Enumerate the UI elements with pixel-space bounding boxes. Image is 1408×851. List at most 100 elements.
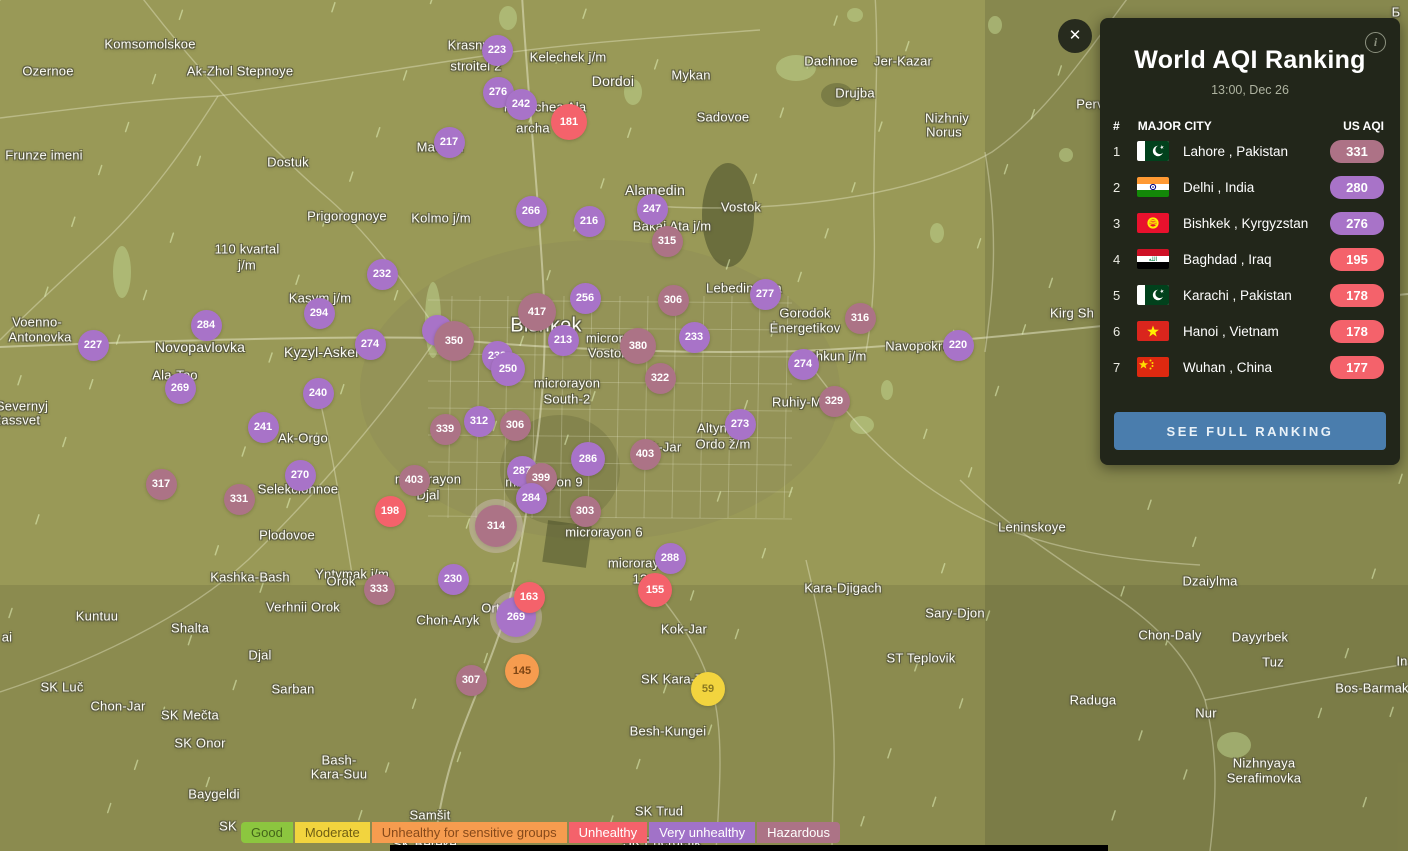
aqi-marker[interactable]: 232 [367, 259, 398, 290]
rank-number: 3 [1113, 216, 1133, 231]
rank-number: 4 [1113, 252, 1133, 267]
aqi-marker[interactable]: 274 [788, 349, 819, 380]
city-name: Baghdad , Iraq [1183, 252, 1330, 267]
aqi-marker[interactable]: 163 [514, 582, 545, 613]
aqi-marker[interactable]: 256 [570, 283, 601, 314]
aqi-marker[interactable]: 312 [464, 406, 495, 437]
rank-number: 7 [1113, 360, 1133, 375]
aqi-marker[interactable]: 230 [438, 564, 469, 595]
aqi-marker[interactable]: 417 [518, 293, 556, 331]
city-name: Wuhan , China [1183, 360, 1330, 375]
ranking-row[interactable]: 4 الله Baghdad , Iraq195 [1100, 241, 1400, 277]
vietnam-flag-icon [1137, 321, 1169, 341]
panel-timestamp: 13:00, Dec 26 [1100, 83, 1400, 97]
ranking-row[interactable]: 3Bishkek , Kyrgyzstan276 [1100, 205, 1400, 241]
aqi-marker[interactable]: 286 [571, 442, 605, 476]
aqi-marker[interactable]: 403 [399, 465, 430, 496]
china-flag-icon [1137, 357, 1169, 377]
aqi-marker[interactable]: 145 [505, 654, 539, 688]
pakistan-flag-icon [1137, 285, 1169, 305]
city-name: Hanoi , Vietnam [1183, 324, 1330, 339]
aqi-marker[interactable]: 198 [375, 496, 406, 527]
aqi-marker[interactable]: 213 [548, 325, 579, 356]
svg-text:الله: الله [1149, 256, 1158, 263]
aqi-marker[interactable]: 250 [491, 352, 525, 386]
aqi-badge: 331 [1330, 140, 1384, 163]
aqi-marker[interactable]: 284 [191, 310, 222, 341]
ranking-row[interactable]: 7 Wuhan , China177 [1100, 349, 1400, 385]
aqi-marker[interactable]: 333 [364, 574, 395, 605]
legend-item: Good [241, 822, 293, 843]
rank-number: 1 [1113, 144, 1133, 159]
ranking-row[interactable]: 1 Lahore , Pakistan331 [1100, 133, 1400, 169]
aqi-legend: GoodModerateUnhealthy for sensitive grou… [241, 822, 840, 843]
aqi-marker[interactable]: 339 [430, 414, 461, 445]
column-aqi: US AQI [1343, 119, 1384, 133]
aqi-marker[interactable]: 155 [638, 573, 672, 607]
column-rank: # [1113, 119, 1120, 133]
aqi-marker[interactable]: 403 [630, 439, 661, 470]
aqi-marker[interactable]: 314 [475, 505, 517, 547]
ranking-row[interactable]: 5 Karachi , Pakistan178 [1100, 277, 1400, 313]
ranking-row[interactable]: 6Hanoi , Vietnam178 [1100, 313, 1400, 349]
kyrgyzstan-flag-icon [1137, 213, 1169, 233]
aqi-marker[interactable]: 288 [655, 543, 686, 574]
city-name: Karachi , Pakistan [1183, 288, 1330, 303]
aqi-badge: 178 [1330, 320, 1384, 343]
ranking-table-header: # MAJOR CITY US AQI [1100, 119, 1400, 133]
legend-item: Unhealthy [569, 822, 648, 843]
aqi-map-app: KomsomolskoeOzernoeAk-Zhol StepnoyeFrunz… [0, 0, 1408, 851]
aqi-marker[interactable]: 277 [750, 279, 781, 310]
aqi-badge: 280 [1330, 176, 1384, 199]
aqi-marker[interactable]: 306 [658, 285, 689, 316]
world-aqi-ranking-panel: i World AQI Ranking 13:00, Dec 26 # MAJO… [1100, 18, 1400, 465]
aqi-marker[interactable]: 240 [303, 378, 334, 409]
aqi-marker[interactable]: 331 [224, 484, 255, 515]
aqi-marker[interactable]: 220 [943, 330, 974, 361]
city-name: Bishkek , Kyrgyzstan [1183, 216, 1330, 231]
aqi-marker[interactable]: 241 [248, 412, 279, 443]
column-city: MAJOR CITY [1138, 119, 1343, 133]
aqi-marker[interactable]: 223 [482, 35, 513, 66]
aqi-marker[interactable]: 274 [355, 329, 386, 360]
aqi-marker[interactable]: 266 [516, 196, 547, 227]
aqi-marker[interactable]: 181 [551, 104, 587, 140]
iraq-flag-icon: الله [1137, 249, 1169, 269]
aqi-marker[interactable]: 233 [679, 322, 710, 353]
rank-number: 5 [1113, 288, 1133, 303]
info-icon[interactable]: i [1365, 32, 1386, 53]
aqi-marker[interactable]: 380 [620, 328, 656, 364]
close-icon[interactable]: ✕ [1058, 19, 1092, 53]
ranking-row[interactable]: 2Delhi , India280 [1100, 169, 1400, 205]
aqi-marker[interactable]: 216 [574, 206, 605, 237]
attribution-bar [390, 845, 1108, 851]
see-full-ranking-button[interactable]: SEE FULL RANKING [1114, 412, 1386, 450]
aqi-badge: 195 [1330, 248, 1384, 271]
aqi-badge: 177 [1330, 356, 1384, 379]
aqi-marker[interactable]: 242 [506, 89, 537, 120]
city-name: Delhi , India [1183, 180, 1330, 195]
aqi-marker[interactable]: 329 [819, 386, 850, 417]
aqi-marker[interactable]: 317 [146, 469, 177, 500]
panel-title: World AQI Ranking [1100, 18, 1400, 75]
aqi-marker[interactable]: 217 [434, 127, 465, 158]
aqi-marker[interactable]: 307 [456, 665, 487, 696]
aqi-marker[interactable]: 350 [434, 321, 474, 361]
aqi-marker[interactable]: 306 [500, 410, 531, 441]
aqi-marker[interactable]: 322 [645, 363, 676, 394]
aqi-marker[interactable]: 59 [691, 672, 725, 706]
aqi-marker[interactable]: 315 [652, 226, 683, 257]
aqi-marker[interactable]: 270 [285, 460, 316, 491]
aqi-marker[interactable]: 227 [78, 330, 109, 361]
aqi-marker[interactable]: 294 [304, 298, 335, 329]
pakistan-flag-icon [1137, 141, 1169, 161]
ranking-rows: 1 Lahore , Pakistan331 2Delhi , India280 3 B… [1100, 133, 1400, 385]
aqi-marker[interactable]: 247 [637, 194, 668, 225]
aqi-badge: 178 [1330, 284, 1384, 307]
aqi-marker[interactable]: 273 [725, 409, 756, 440]
aqi-marker[interactable]: 303 [570, 496, 601, 527]
aqi-marker[interactable]: 269 [165, 373, 196, 404]
city-name: Lahore , Pakistan [1183, 144, 1330, 159]
aqi-marker[interactable]: 284 [516, 483, 547, 514]
aqi-marker[interactable]: 316 [845, 303, 876, 334]
